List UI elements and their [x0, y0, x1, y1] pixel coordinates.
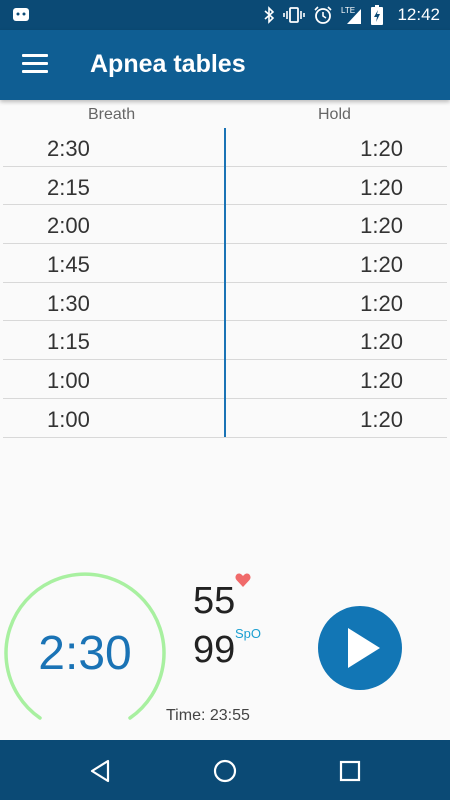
- breath-cell: 2:30: [47, 136, 90, 161]
- spo2-label: SpO: [235, 626, 262, 641]
- pulse-value: 55: [193, 580, 236, 622]
- hamburger-menu-icon[interactable]: [22, 54, 48, 76]
- svg-text:LTE: LTE: [341, 6, 355, 15]
- hold-cell: 1:20: [360, 290, 403, 316]
- table-header: Breath Hold: [0, 104, 450, 126]
- timer-display: 2:30: [38, 627, 132, 680]
- alarm-icon: [314, 6, 333, 24]
- hold-cell: 1:20: [360, 213, 403, 239]
- page-title: Apnea tables: [90, 50, 246, 78]
- vibrate-icon: [283, 7, 306, 23]
- back-icon[interactable]: [88, 758, 114, 784]
- bluetooth-icon: [264, 6, 275, 24]
- home-icon[interactable]: [212, 758, 238, 784]
- breath-cell: 2:15: [47, 174, 90, 200]
- hold-cell: 1:20: [360, 406, 403, 432]
- hold-cell: 1:20: [360, 174, 403, 200]
- breath-cell: 2:00: [47, 213, 90, 239]
- hold-column-header: Hold: [318, 106, 351, 123]
- navigation-bar: [0, 740, 450, 800]
- recents-icon[interactable]: [337, 758, 363, 784]
- play-button[interactable]: [318, 606, 402, 690]
- android-icon: [13, 8, 29, 21]
- breath-cell: 1:30: [47, 290, 90, 316]
- heart-icon: [235, 573, 251, 587]
- breath-cell: 1:15: [47, 329, 90, 355]
- hold-cell: 1:20: [360, 252, 403, 278]
- status-bar: LTE 12:42: [0, 0, 450, 30]
- hold-cell: 1:20: [360, 329, 403, 355]
- battery-charging-icon: [371, 5, 384, 25]
- breath-cell: 1:00: [47, 406, 90, 432]
- status-time: 12:42: [397, 5, 440, 24]
- hold-cell: 1:20: [360, 368, 403, 394]
- hold-cell: 1:20: [360, 136, 403, 161]
- column-divider: [224, 128, 226, 437]
- breath-column-header: Breath: [88, 106, 136, 123]
- total-time-label: Time: 23:55: [166, 707, 250, 724]
- spo2-value: 99: [193, 629, 236, 671]
- breath-cell: 1:00: [47, 368, 90, 394]
- play-icon: [348, 628, 380, 668]
- app-bar: Apnea tables: [0, 30, 450, 100]
- breath-cell: 1:45: [47, 252, 90, 278]
- signal-icon: LTE: [341, 6, 362, 24]
